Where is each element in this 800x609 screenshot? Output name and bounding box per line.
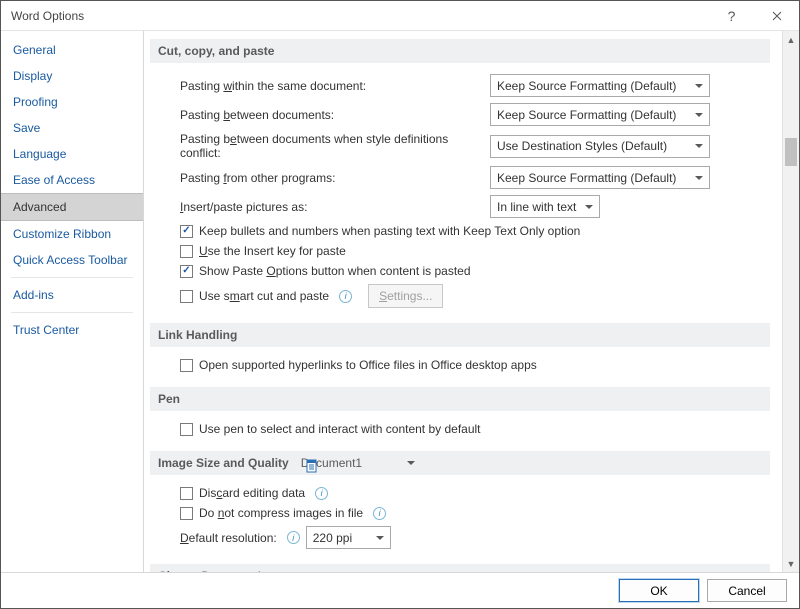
section-cut-copy-paste: Cut, copy, and paste <box>150 39 770 63</box>
section-title: Chart <box>158 569 189 572</box>
content-pane: Cut, copy, and paste Pasting within the … <box>144 31 782 572</box>
section-title: Link Handling <box>158 328 237 342</box>
ok-button[interactable]: OK <box>619 579 699 602</box>
cancel-button[interactable]: Cancel <box>707 579 787 602</box>
pasting-other-dropdown[interactable]: Keep Source Formatting (Default) <box>490 166 710 189</box>
sidebar-item-add-ins[interactable]: Add-ins <box>1 282 143 308</box>
dropdown-value: Keep Source Formatting (Default) <box>497 108 676 122</box>
open-hyperlinks-checkbox[interactable] <box>180 359 193 372</box>
pasting-within-label: Pasting within the same document: <box>180 79 480 93</box>
sidebar-item-label: Proofing <box>13 95 58 109</box>
insert-paste-dropdown[interactable]: In line with text <box>490 195 600 218</box>
section-link-handling: Link Handling <box>150 323 770 347</box>
sidebar-item-label: Save <box>13 121 40 135</box>
titlebar: Word Options ? <box>1 1 799 31</box>
dropdown-value: Use Destination Styles (Default) <box>497 139 667 153</box>
use-insert-key-label: Use the Insert key for paste <box>199 244 346 258</box>
sidebar-separator <box>11 277 133 278</box>
vertical-scrollbar[interactable]: ▲ ▼ <box>782 31 799 572</box>
dialog-footer: OK Cancel <box>1 572 799 608</box>
smart-cut-label: Use smart cut and paste <box>199 289 329 303</box>
dropdown-value: In line with text <box>497 200 576 214</box>
sidebar-item-language[interactable]: Language <box>1 141 143 167</box>
button-label: Cancel <box>728 584 765 598</box>
sidebar-item-customize-ribbon[interactable]: Customize Ribbon <box>1 221 143 247</box>
info-icon[interactable] <box>373 507 386 520</box>
insert-paste-label: Insert/paste pictures as: <box>180 200 480 214</box>
scroll-thumb[interactable] <box>785 138 797 166</box>
no-compress-checkbox[interactable] <box>180 507 193 520</box>
show-paste-options-label: Show Paste Options button when content i… <box>199 264 471 278</box>
sidebar-item-trust-center[interactable]: Trust Center <box>1 317 143 343</box>
sidebar-item-display[interactable]: Display <box>1 63 143 89</box>
default-resolution-label: Default resolution: <box>180 531 277 545</box>
section-chart: Chart Document1 <box>150 564 770 572</box>
close-button[interactable] <box>754 1 799 31</box>
keep-bullets-label: Keep bullets and numbers when pasting te… <box>199 224 580 238</box>
discard-editing-checkbox[interactable] <box>180 487 193 500</box>
scroll-down-arrow[interactable]: ▼ <box>783 555 799 572</box>
smart-cut-checkbox[interactable] <box>180 290 193 303</box>
sidebar-item-quick-access-toolbar[interactable]: Quick Access Toolbar <box>1 247 143 273</box>
info-icon[interactable] <box>339 290 352 303</box>
pasting-other-label: Pasting from other programs: <box>180 171 480 185</box>
no-compress-label: Do not compress images in file <box>199 506 363 520</box>
sidebar-item-save[interactable]: Save <box>1 115 143 141</box>
section-title: Pen <box>158 392 180 406</box>
sidebar: General Display Proofing Save Language E… <box>1 31 144 572</box>
sidebar-item-label: Customize Ribbon <box>13 227 111 241</box>
help-button[interactable]: ? <box>709 1 754 31</box>
word-options-window: Word Options ? General Display Proofing … <box>0 0 800 609</box>
section-image-quality: Image Size and Quality Document1 <box>150 451 770 475</box>
section-pen: Pen <box>150 387 770 411</box>
default-resolution-dropdown[interactable]: 220 ppi <box>306 526 391 549</box>
pasting-between-dropdown[interactable]: Keep Source Formatting (Default) <box>490 103 710 126</box>
sidebar-item-label: Language <box>13 147 66 161</box>
smart-cut-settings-button: Settings... <box>368 284 443 308</box>
pasting-conflict-label: Pasting between documents when style def… <box>180 132 480 160</box>
dropdown-value: 220 ppi <box>313 531 352 545</box>
sidebar-item-proofing[interactable]: Proofing <box>1 89 143 115</box>
dropdown-value: Document1 <box>201 569 262 572</box>
info-icon[interactable] <box>315 487 328 500</box>
sidebar-separator <box>11 312 133 313</box>
scroll-up-arrow[interactable]: ▲ <box>783 31 799 48</box>
sidebar-item-label: Trust Center <box>13 323 79 337</box>
show-paste-options-checkbox[interactable] <box>180 265 193 278</box>
sidebar-item-label: Display <box>13 69 52 83</box>
use-insert-key-checkbox[interactable] <box>180 245 193 258</box>
pasting-within-dropdown[interactable]: Keep Source Formatting (Default) <box>490 74 710 97</box>
close-icon <box>772 11 782 21</box>
info-icon[interactable] <box>287 531 300 544</box>
sidebar-item-label: Quick Access Toolbar <box>13 253 128 267</box>
dropdown-value: Keep Source Formatting (Default) <box>497 79 676 93</box>
open-hyperlinks-label: Open supported hyperlinks to Office file… <box>199 358 537 372</box>
sidebar-item-advanced[interactable]: Advanced <box>1 193 143 221</box>
dropdown-value: Document1 <box>301 456 362 470</box>
dropdown-value: Keep Source Formatting (Default) <box>497 171 676 185</box>
sidebar-item-label: Advanced <box>13 200 66 214</box>
sidebar-item-label: General <box>13 43 56 57</box>
use-pen-checkbox[interactable] <box>180 423 193 436</box>
chart-document-dropdown[interactable]: Document1 <box>201 569 321 572</box>
sidebar-item-label: Ease of Access <box>13 173 95 187</box>
pasting-between-label: Pasting between documents: <box>180 108 480 122</box>
window-title: Word Options <box>1 9 84 23</box>
keep-bullets-checkbox[interactable] <box>180 225 193 238</box>
sidebar-item-ease-of-access[interactable]: Ease of Access <box>1 167 143 193</box>
use-pen-label: Use pen to select and interact with cont… <box>199 422 481 436</box>
discard-editing-label: Discard editing data <box>199 486 305 500</box>
sidebar-item-general[interactable]: General <box>1 37 143 63</box>
section-title: Cut, copy, and paste <box>158 44 274 58</box>
image-quality-document-dropdown[interactable]: Document1 <box>301 456 421 470</box>
pasting-conflict-dropdown[interactable]: Use Destination Styles (Default) <box>490 135 710 158</box>
section-title: Image Size and Quality <box>158 456 289 470</box>
button-label: OK <box>650 584 667 598</box>
sidebar-item-label: Add-ins <box>13 288 54 302</box>
